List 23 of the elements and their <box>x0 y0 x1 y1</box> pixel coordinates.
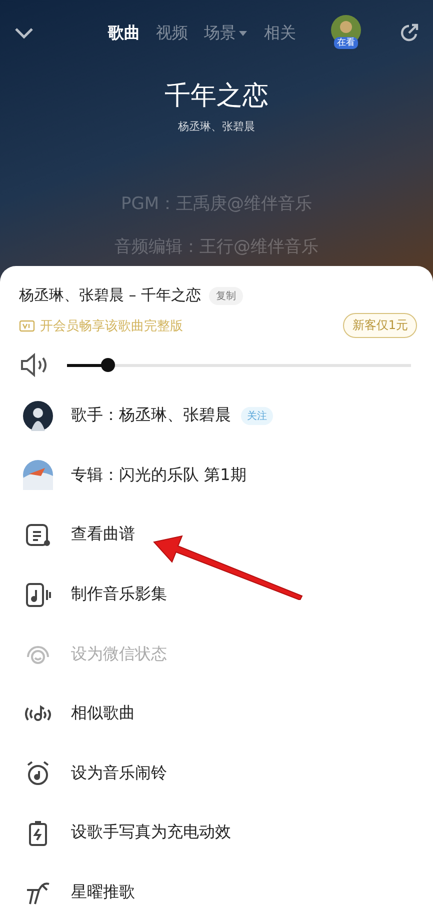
menu-item[interactable]: 相似歌曲 <box>19 684 417 744</box>
album-cover <box>23 460 53 490</box>
song-name: 杨丞琳、张碧晨 – 千年之恋 <box>19 286 202 305</box>
song-title: 千年之恋 <box>164 80 270 113</box>
tab[interactable]: 场景 <box>204 22 248 44</box>
vip-promo-text: 开会员畅享该歌曲完整版 <box>40 318 183 334</box>
song-artists: 杨丞琳、张碧晨 <box>177 119 256 134</box>
tab[interactable]: 歌曲 <box>108 22 140 44</box>
menu-item[interactable]: 设为音乐闹铃 <box>19 744 417 804</box>
menu-item[interactable]: 制作音乐影集 <box>19 564 417 624</box>
volume-icon <box>19 352 49 378</box>
menu-item[interactable]: 查看曲谱 <box>19 505 417 565</box>
tab[interactable]: 视频 <box>156 22 188 44</box>
menu-item[interactable]: 星曜推歌 <box>19 862 417 907</box>
menu-item[interactable]: 歌手：杨丞琳、张碧晨 关注 <box>19 386 417 446</box>
copy-button[interactable]: 复制 <box>209 286 244 304</box>
singer-avatar <box>23 400 53 431</box>
menu-item[interactable]: 专辑：闪光的乐队 第1期 <box>19 446 417 506</box>
volume-slider[interactable] <box>67 358 411 372</box>
menu-item[interactable]: 设歌手写真为充电动效 <box>19 803 417 863</box>
vip-icon <box>19 320 35 332</box>
tab[interactable]: 相关 <box>264 22 296 44</box>
avatar-badge: 在看 <box>334 37 358 49</box>
